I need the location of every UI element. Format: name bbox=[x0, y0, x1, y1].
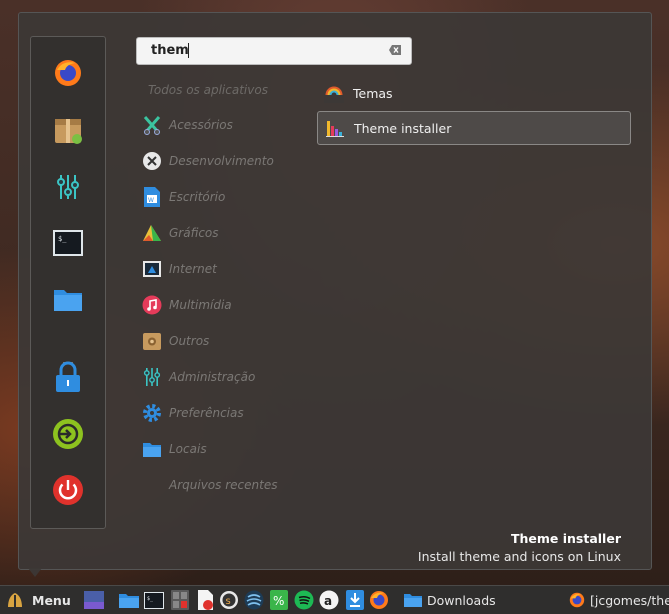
text-caret bbox=[188, 43, 189, 58]
svg-text:W: W bbox=[148, 197, 154, 204]
folder-icon bbox=[404, 593, 422, 608]
category-label: Locais bbox=[169, 442, 207, 456]
category-administration[interactable]: Administração bbox=[141, 364, 301, 390]
firefox-icon[interactable] bbox=[52, 57, 84, 89]
development-icon bbox=[141, 150, 163, 172]
category-label: Preferências bbox=[169, 406, 244, 420]
selected-app-description: Install theme and icons on Linux bbox=[417, 549, 621, 564]
svg-text:a: a bbox=[324, 594, 332, 608]
recent-files-placeholder bbox=[141, 474, 163, 496]
lock-icon[interactable] bbox=[52, 361, 84, 393]
firefox-launcher-icon[interactable] bbox=[369, 590, 389, 610]
svg-text:s: s bbox=[226, 596, 231, 607]
result-themes[interactable]: Temas bbox=[317, 77, 629, 109]
menu-button[interactable]: Menu bbox=[0, 586, 80, 614]
category-label: Acessórios bbox=[169, 118, 233, 132]
taskbar-window-label: [jcgomes/the bbox=[590, 592, 669, 608]
svg-text:%: % bbox=[273, 594, 284, 608]
files-launcher-icon[interactable] bbox=[119, 590, 139, 610]
themes-icon bbox=[323, 82, 345, 104]
search-input[interactable]: them bbox=[136, 37, 412, 65]
category-accessories[interactable]: Acessórios bbox=[141, 112, 301, 138]
category-label: Gráficos bbox=[169, 226, 219, 240]
favorites-sidebar: $_ bbox=[30, 36, 106, 529]
scribus-launcher-icon[interactable]: s bbox=[219, 590, 239, 610]
svg-text:$_: $_ bbox=[58, 235, 67, 243]
category-label: Administração bbox=[169, 370, 256, 384]
category-preferences[interactable]: Preferências bbox=[141, 400, 301, 426]
search-text: them bbox=[151, 43, 189, 58]
application-menu: $_ them Todos os aplicativos Acessórios … bbox=[18, 12, 652, 570]
category-all-applications[interactable]: Todos os aplicativos bbox=[148, 83, 268, 97]
svg-text:$_: $_ bbox=[147, 596, 154, 602]
document-viewer-launcher-icon[interactable] bbox=[195, 590, 215, 610]
graphics-icon bbox=[141, 222, 163, 244]
settings-mixer-icon[interactable] bbox=[52, 171, 84, 203]
category-label: Outros bbox=[169, 334, 210, 348]
firefox-icon bbox=[569, 592, 585, 608]
spotify-launcher-icon[interactable] bbox=[294, 590, 314, 610]
selected-app-title: Theme installer bbox=[510, 531, 621, 546]
internet-icon bbox=[141, 258, 163, 280]
power-icon[interactable] bbox=[52, 474, 84, 506]
places-icon bbox=[141, 438, 163, 460]
result-theme-installer[interactable]: Theme installer bbox=[317, 111, 631, 145]
category-office[interactable]: W Escritório bbox=[141, 184, 301, 210]
folder-icon[interactable] bbox=[52, 283, 84, 315]
package-installer-icon[interactable] bbox=[52, 114, 84, 146]
result-label: Temas bbox=[353, 85, 393, 101]
percent-app-launcher-icon[interactable]: % bbox=[269, 590, 289, 610]
category-label: Escritório bbox=[169, 190, 226, 204]
calculator-launcher-icon[interactable] bbox=[170, 590, 190, 610]
others-icon bbox=[141, 330, 163, 352]
anydesk-launcher-icon[interactable]: a bbox=[319, 590, 339, 610]
category-others[interactable]: Outros bbox=[141, 328, 301, 354]
download-manager-launcher-icon[interactable] bbox=[345, 590, 365, 610]
office-icon: W bbox=[141, 186, 163, 208]
category-places[interactable]: Locais bbox=[141, 436, 301, 462]
taskbar: Menu $_ s % a Downloads [jcgomes/the bbox=[0, 585, 669, 614]
category-multimedia[interactable]: Multimídia bbox=[141, 292, 301, 318]
taskbar-window-downloads[interactable]: Downloads bbox=[404, 586, 496, 614]
category-label: Multimídia bbox=[169, 298, 232, 312]
taskbar-window-firefox[interactable]: [jcgomes/the bbox=[569, 586, 669, 614]
category-internet[interactable]: Internet bbox=[141, 256, 301, 282]
multimedia-icon bbox=[141, 294, 163, 316]
menu-button-label: Menu bbox=[32, 592, 71, 608]
category-label: Arquivos recentes bbox=[169, 478, 278, 492]
result-label: Theme installer bbox=[354, 120, 452, 136]
logout-icon[interactable] bbox=[52, 418, 84, 450]
clear-search-icon[interactable] bbox=[389, 44, 401, 58]
category-recent-files[interactable]: Arquivos recentes bbox=[141, 472, 301, 498]
category-development[interactable]: Desenvolvimento bbox=[141, 148, 301, 174]
terminal-launcher-icon[interactable]: $_ bbox=[144, 590, 164, 610]
theme-installer-icon bbox=[324, 117, 346, 139]
steam-launcher-icon[interactable] bbox=[244, 590, 264, 610]
menu-logo-icon bbox=[6, 591, 24, 609]
category-label: Desenvolvimento bbox=[169, 154, 274, 168]
category-graphics[interactable]: Gráficos bbox=[141, 220, 301, 246]
show-desktop-icon[interactable] bbox=[84, 590, 104, 610]
taskbar-window-label: Downloads bbox=[427, 592, 496, 608]
menu-pointer bbox=[28, 568, 42, 577]
category-label: Internet bbox=[169, 262, 217, 276]
terminal-icon[interactable]: $_ bbox=[52, 227, 84, 259]
administration-icon bbox=[141, 366, 163, 388]
preferences-icon bbox=[141, 402, 163, 424]
accessories-icon bbox=[141, 114, 163, 136]
